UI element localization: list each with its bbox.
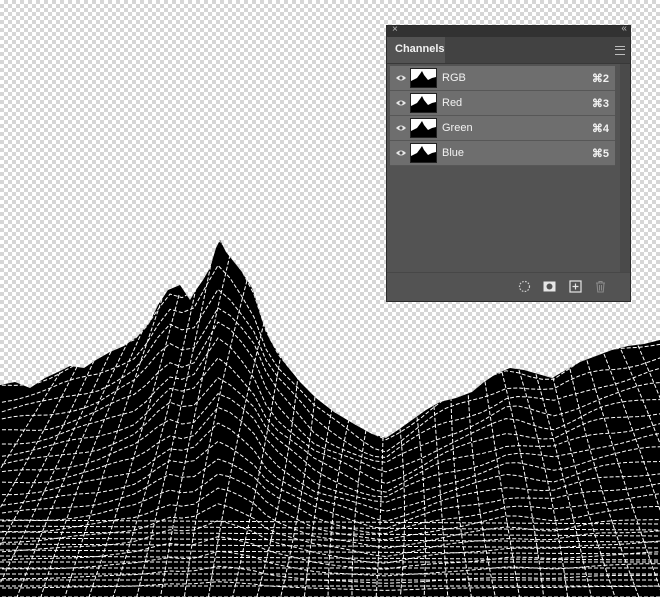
tab-channels[interactable]: Channels [387, 37, 445, 63]
channel-thumbnail [410, 68, 437, 88]
channel-thumbnail [410, 93, 437, 113]
new-channel-icon[interactable] [569, 280, 582, 293]
channel-row-rgb[interactable]: RGB ⌘2 [390, 66, 615, 91]
close-panel-button[interactable]: × [392, 24, 398, 35]
eye-icon[interactable] [396, 124, 406, 132]
panel-title-bar: × ‹‹ [387, 23, 630, 37]
eye-icon[interactable] [396, 149, 406, 157]
panel-footer [387, 272, 630, 301]
channel-row-blue[interactable]: Blue ⌘5 [390, 141, 615, 166]
channel-name: Red [442, 97, 463, 109]
save-selection-mask-icon[interactable] [543, 280, 556, 293]
eye-icon[interactable] [396, 74, 406, 82]
channel-row-green[interactable]: Green ⌘4 [390, 116, 615, 141]
panel-scrollbar[interactable] [620, 64, 630, 272]
channels-panel: × ‹‹ Channels RGB ⌘2 Red ⌘3 Green ⌘4 Blu… [386, 23, 631, 302]
channel-shortcut: ⌘2 [591, 73, 609, 85]
panel-menu-icon[interactable] [615, 46, 625, 55]
channel-list: RGB ⌘2 Red ⌘3 Green ⌘4 Blue ⌘5 [390, 66, 615, 166]
delete-channel-icon[interactable] [594, 280, 607, 293]
channel-shortcut: ⌘3 [591, 98, 609, 110]
collapse-panel-button[interactable]: ‹‹ [621, 23, 627, 34]
channel-shortcut: ⌘5 [591, 148, 609, 160]
channel-name: RGB [442, 72, 466, 84]
channel-name: Blue [442, 147, 465, 159]
eye-icon[interactable] [396, 99, 406, 107]
panel-tab-bar: Channels [387, 37, 630, 64]
channel-shortcut: ⌘4 [591, 123, 609, 135]
channel-thumbnail [410, 118, 437, 138]
load-selection-icon[interactable] [518, 280, 531, 293]
channel-row-red[interactable]: Red ⌘3 [390, 91, 615, 116]
channel-thumbnail [410, 143, 437, 163]
channel-name: Green [442, 122, 473, 134]
